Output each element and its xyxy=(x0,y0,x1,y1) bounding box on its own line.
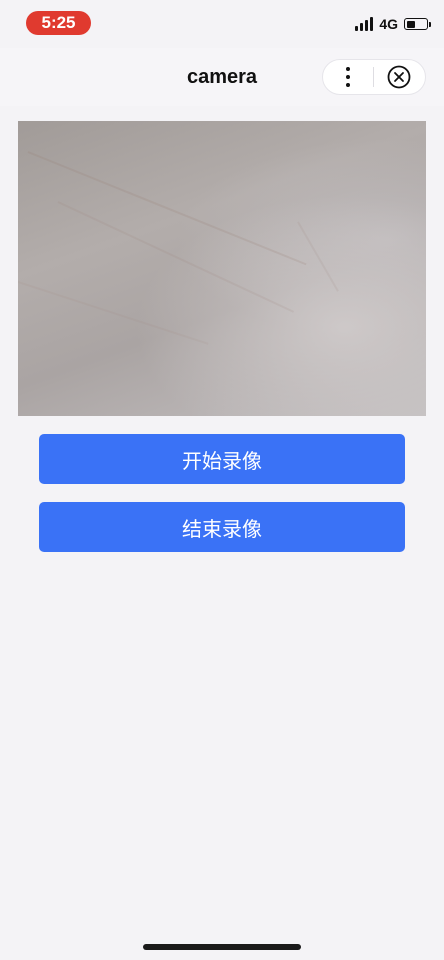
stop-recording-button[interactable]: 结束录像 xyxy=(39,502,405,552)
more-menu-button[interactable] xyxy=(323,59,373,95)
home-indicator[interactable] xyxy=(143,944,301,950)
navigation-bar: camera xyxy=(0,48,444,106)
cellular-signal-icon xyxy=(355,17,374,31)
status-bar: 5:25 4G xyxy=(0,0,444,48)
status-indicators: 4G xyxy=(355,16,431,32)
battery-icon xyxy=(404,18,431,30)
network-type-label: 4G xyxy=(379,16,398,32)
mini-program-capsule xyxy=(322,59,426,95)
close-circle-icon xyxy=(387,65,411,89)
close-button[interactable] xyxy=(374,59,424,95)
camera-preview[interactable] xyxy=(18,121,426,416)
battery-level-fill xyxy=(406,20,416,28)
more-dots-icon xyxy=(346,67,350,87)
start-recording-button[interactable]: 开始录像 xyxy=(39,434,405,484)
status-time: 5:25 xyxy=(26,11,91,35)
